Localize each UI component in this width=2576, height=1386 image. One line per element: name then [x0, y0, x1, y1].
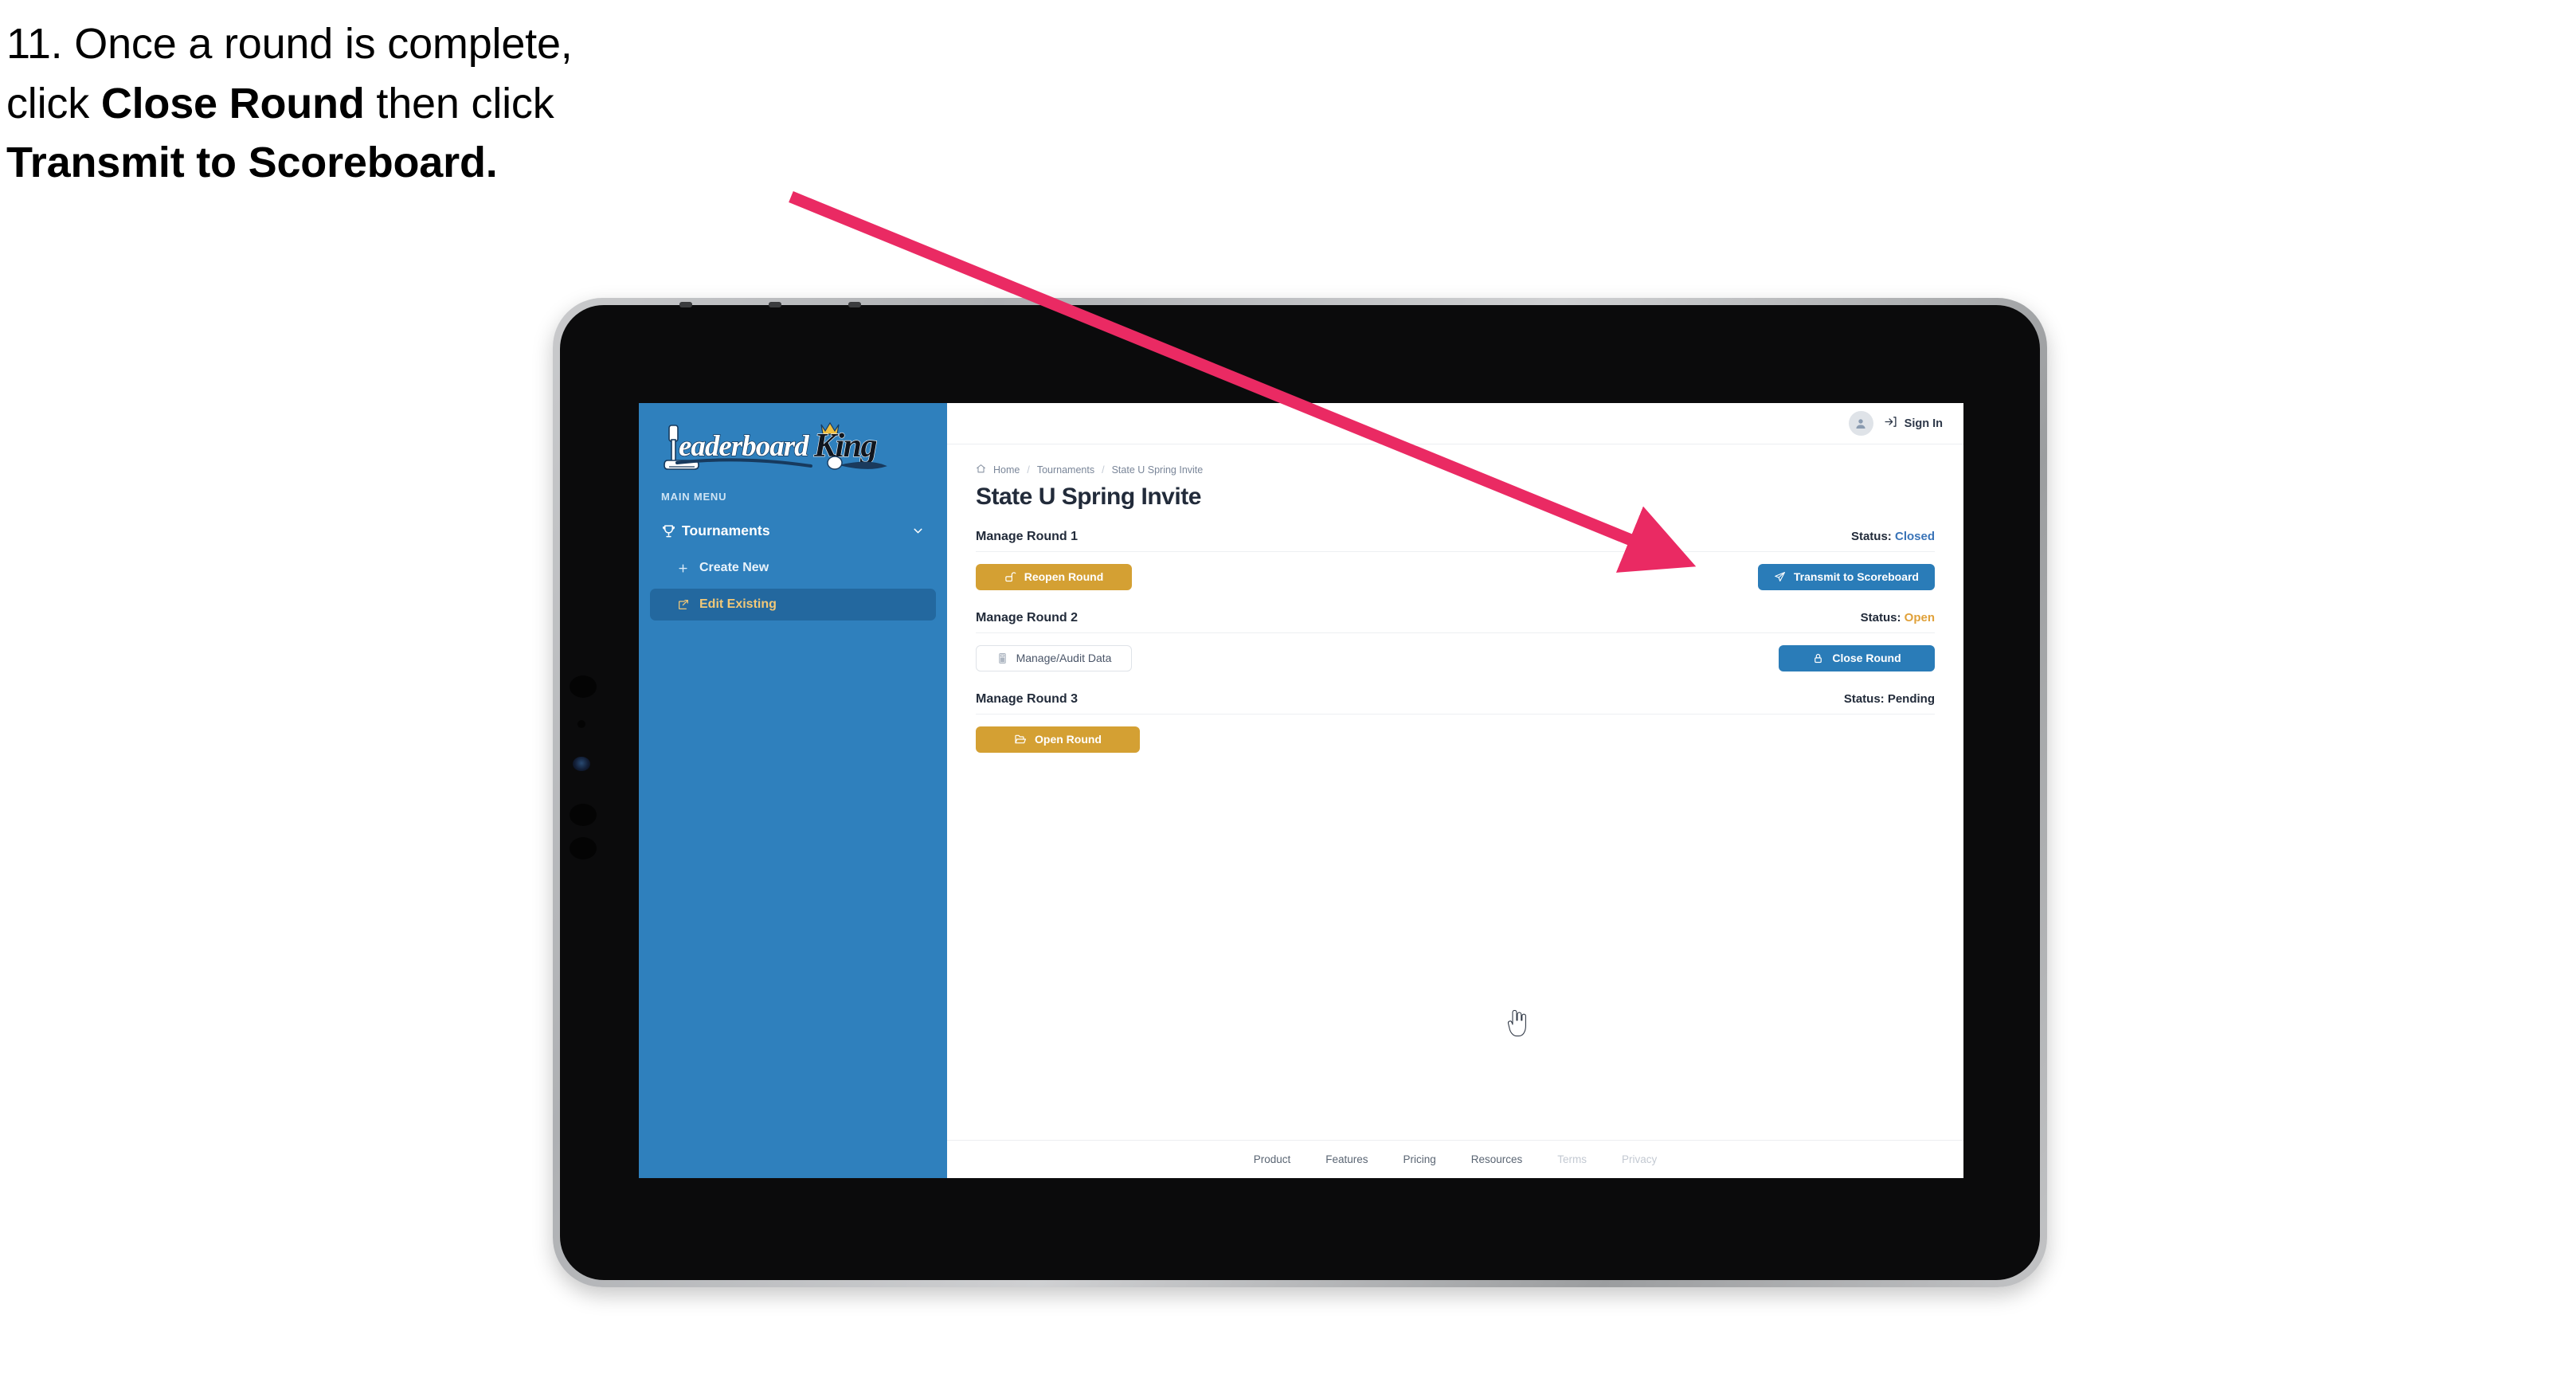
status-label: Status:	[1850, 530, 1892, 543]
tablet-side-button-3[interactable]	[570, 837, 597, 859]
lock-icon	[1812, 652, 1824, 664]
caption-line-1: 11. Once a round is complete,	[6, 20, 573, 68]
round-block-2: Manage Round 2 Status: Open Manage/Audit…	[976, 611, 1935, 671]
page-title: State U Spring Invite	[976, 484, 1201, 510]
screenshot-root: 11. Once a round is complete, click Clos…	[0, 0, 2576, 1386]
login-arrow-icon	[1884, 415, 1897, 432]
button-label: Manage/Audit Data	[1016, 652, 1112, 664]
round-actions: Manage/Audit Data Close Round	[976, 644, 1935, 671]
svg-text:eaderboard: eaderboard	[679, 430, 809, 463]
main-content: Sign In Home / Tournaments / State U Spr…	[947, 403, 1963, 1178]
status-label: Status:	[1843, 692, 1885, 706]
footer-link-resources[interactable]: Resources	[1471, 1153, 1523, 1165]
edit-square-icon	[677, 598, 699, 611]
button-label: Open Round	[1035, 733, 1102, 746]
sign-in-label: Sign In	[1904, 417, 1943, 430]
breadcrumb: Home / Tournaments / State U Spring Invi…	[976, 464, 1935, 476]
breadcrumb-item-tournaments[interactable]: Tournaments	[1037, 464, 1094, 476]
sidebar-item-label: Edit Existing	[699, 597, 777, 611]
folder-open-icon	[1014, 733, 1027, 746]
user-avatar-icon[interactable]	[1848, 411, 1873, 436]
chevron-down-icon[interactable]	[911, 524, 925, 538]
unlock-icon	[1004, 571, 1016, 583]
round-status: Status: Open	[1861, 611, 1935, 624]
round-header: Manage Round 1 Status: Closed	[976, 530, 1935, 552]
page-body: Home / Tournaments / State U Spring Invi…	[947, 444, 1963, 773]
sidebar-section-label: MAIN MENU	[661, 491, 727, 503]
tablet-side-led	[573, 757, 590, 771]
home-icon[interactable]	[976, 464, 986, 476]
caption-line-3-bold: Transmit to Scoreboard.	[6, 139, 498, 187]
footer: Product Features Pricing Resources Terms…	[947, 1140, 1963, 1178]
tablet-side-dot	[577, 720, 585, 728]
sidebar-item-edit-existing[interactable]: Edit Existing	[650, 589, 936, 621]
button-label: Reopen Round	[1024, 570, 1104, 583]
tablet-top-port-1	[679, 302, 692, 307]
footer-link-privacy[interactable]: Privacy	[1622, 1153, 1657, 1165]
tablet-device-frame: eaderboard King MAIN MENU Tournaments Cr…	[553, 298, 2047, 1287]
manage-audit-data-button[interactable]: Manage/Audit Data	[976, 644, 1132, 671]
breadcrumb-separator: /	[1027, 464, 1030, 476]
sidebar-item-label: Create New	[699, 561, 769, 574]
breadcrumb-item-home[interactable]: Home	[993, 464, 1020, 476]
status-label: Status:	[1860, 611, 1901, 624]
leaderboardking-logo-icon: eaderboard King	[664, 421, 887, 470]
top-bar: Sign In	[947, 403, 1963, 444]
round-title: Manage Round 1	[976, 530, 1079, 543]
close-round-button[interactable]: Close Round	[1779, 644, 1935, 671]
trophy-icon	[661, 523, 682, 538]
button-label: Transmit to Scoreboard	[1793, 570, 1919, 583]
tablet-top-port-3	[848, 302, 861, 307]
sidebar-item-label: Tournaments	[682, 522, 770, 538]
svg-text:King: King	[813, 428, 877, 464]
round-title: Manage Round 2	[976, 611, 1079, 624]
transmit-to-scoreboard-button[interactable]: Transmit to Scoreboard	[1757, 563, 1935, 590]
round-actions: Reopen Round Transmit to Scoreboard	[976, 563, 1935, 590]
footer-link-terms[interactable]: Terms	[1557, 1153, 1587, 1165]
spreadsheet-icon	[996, 652, 1008, 664]
status-badge: Open	[1904, 611, 1935, 624]
tablet-screen: eaderboard King MAIN MENU Tournaments Cr…	[639, 403, 1963, 1178]
round-status: Status: Pending	[1844, 692, 1935, 706]
sidebar: eaderboard King MAIN MENU Tournaments Cr…	[639, 403, 947, 1178]
round-block-1: Manage Round 1 Status: Closed Reopen Rou…	[976, 530, 1935, 590]
breadcrumb-separator: /	[1102, 464, 1105, 476]
sidebar-item-tournaments[interactable]: Tournaments	[650, 514, 936, 547]
footer-link-features[interactable]: Features	[1325, 1153, 1368, 1165]
round-actions: Open Round	[976, 726, 1935, 753]
status-badge: Closed	[1894, 530, 1935, 543]
caption-line-2-pre: click	[6, 79, 101, 127]
footer-link-product[interactable]: Product	[1254, 1153, 1291, 1165]
reopen-round-button[interactable]: Reopen Round	[976, 563, 1132, 590]
tablet-side-button-1[interactable]	[570, 675, 597, 698]
round-header: Manage Round 3 Status: Pending	[976, 692, 1935, 715]
open-round-button[interactable]: Open Round	[976, 726, 1140, 753]
round-title: Manage Round 3	[976, 692, 1079, 706]
caption-line-2-post: then click	[364, 79, 554, 127]
plus-icon	[677, 562, 699, 574]
caption-line-2-bold: Close Round	[100, 79, 365, 127]
instruction-caption: 11. Once a round is complete, click Clos…	[6, 14, 851, 193]
brand-logo[interactable]: eaderboard King	[639, 403, 947, 476]
sign-in-button[interactable]: Sign In	[1884, 415, 1943, 432]
sidebar-item-create-new[interactable]: Create New	[650, 552, 936, 584]
tablet-side-button-2[interactable]	[570, 804, 597, 826]
round-block-3: Manage Round 3 Status: Pending Open Roun…	[976, 692, 1935, 753]
breadcrumb-item-current: State U Spring Invite	[1111, 464, 1204, 476]
tablet-top-port-2	[769, 302, 781, 307]
footer-link-pricing[interactable]: Pricing	[1403, 1153, 1436, 1165]
button-label: Close Round	[1832, 652, 1901, 664]
status-badge: Pending	[1887, 692, 1935, 706]
tablet-bezel: eaderboard King MAIN MENU Tournaments Cr…	[560, 302, 2040, 1280]
round-status: Status: Closed	[1851, 530, 1935, 543]
round-header: Manage Round 2 Status: Open	[976, 611, 1935, 633]
sidebar-nav: Tournaments Create New Edit Existing	[639, 514, 947, 621]
paper-plane-icon	[1774, 571, 1786, 583]
